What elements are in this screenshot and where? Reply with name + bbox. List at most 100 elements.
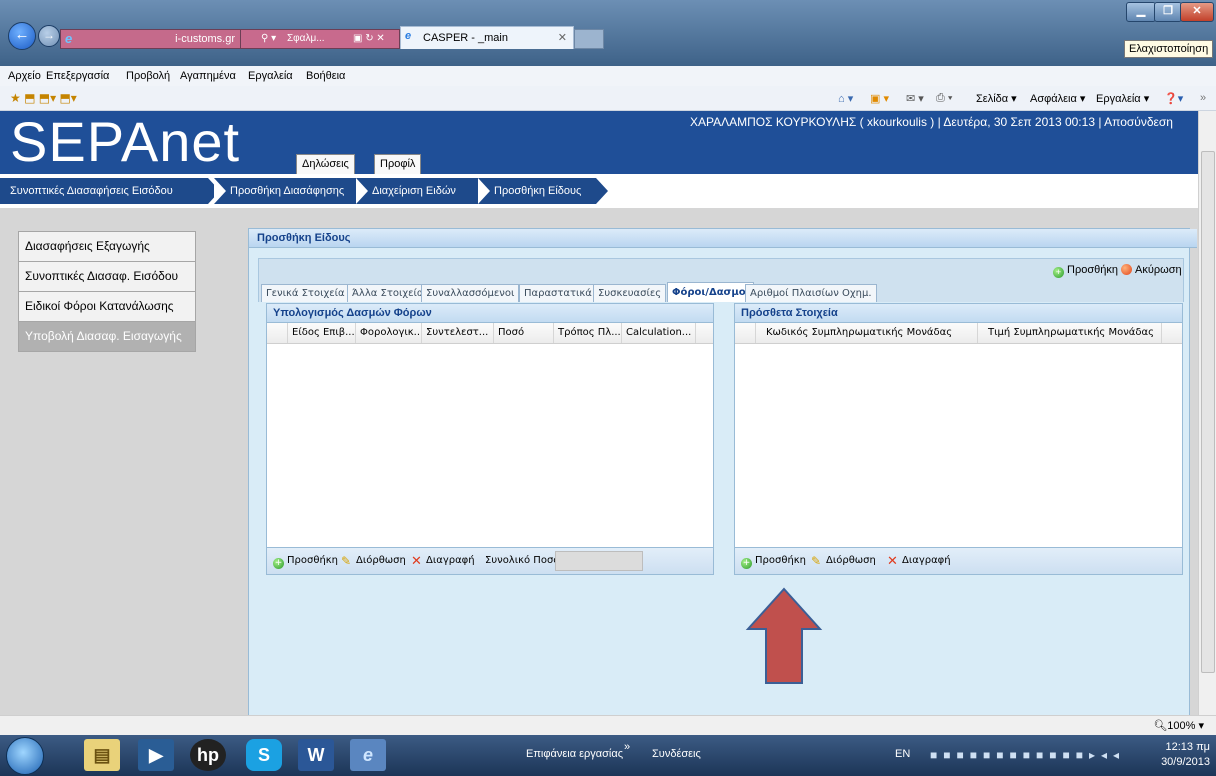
user-info[interactable]: ΧΑΡΑΛΑΜΠΟΣ ΚΟΥΡΚΟΥΛΗΣ ( xkourkoulis ) | … [690,115,1173,129]
duties-grid-header: Είδος Επιβ... Φορολογικ... Συντελεστ... … [267,323,713,344]
sepanet-logo: SEPAnet [10,111,241,173]
duties-delete-button[interactable]: ✕ Διαγραφή [411,555,475,568]
back-arrow-icon: ← [14,26,30,43]
clock-date: 30/9/2013 [1161,756,1210,768]
sidebar-item-export-declarations[interactable]: Διασαφήσεις Εξαγωγής [18,231,196,261]
menu-edit[interactable]: Επεξεργασία [46,70,109,82]
add-icon: + [1053,267,1064,278]
breadcrumb-add-declaration[interactable]: Προσθήκη Διασάφησης [214,178,372,204]
col-calculation[interactable]: Calculation... [621,323,695,343]
tab-strip: Γενικά Στοιχεία Άλλα Στοιχεία Συναλλασσό… [258,282,1184,302]
pencil-icon: ✎ [341,554,352,568]
feeds-icon[interactable]: ▣ ▾ [870,92,889,105]
home-icon[interactable]: ⌂ ▾ [838,92,853,105]
internet-explorer-icon[interactable]: e [350,739,386,771]
menu-tools[interactable]: Εργαλεία [248,70,293,82]
connections-toolbar-label[interactable]: Συνδέσεις [652,748,701,760]
col-charge-type[interactable]: Είδος Επιβ... [287,323,355,343]
language-indicator[interactable]: EN [895,748,910,760]
tab-documents[interactable]: Παραστατικά [519,284,597,302]
overflow-chevron-icon[interactable]: » [1200,92,1206,104]
tab-general[interactable]: Γενικά Στοιχεία [261,284,350,302]
print-icon[interactable]: ⎙ ▾ [936,92,952,105]
profile-button[interactable]: Προφίλ [374,154,422,175]
sidebar-item-summary-entry[interactable]: Συνοπτικές Διασαφ. Εισόδου [18,261,196,291]
zoom-level[interactable]: 🔍︎100% ▾ [1153,719,1204,732]
explorer-icon[interactable]: ▤ [84,739,120,771]
panel-add-button[interactable]: + Προσθήκη [1053,264,1118,278]
hp-icon[interactable]: hp [190,739,226,771]
duties-grid-toolbar: + Προσθήκη ✎ Διόρθωση ✕ Διαγραφή Συνολικό Π… [267,547,713,574]
tab-packages[interactable]: Συσκευασίες [593,284,667,302]
breadcrumb-summary-entry[interactable]: Συνοπτικές Διασαφήσεις Εισόδου [0,178,220,204]
menu-view[interactable]: Προβολή [126,70,170,82]
pencil-icon: ✎ [811,554,822,568]
safety-menu[interactable]: Ασφάλεια ▾ [1030,92,1085,105]
forward-button[interactable]: → [38,25,60,47]
scrollbar-thumb[interactable] [1201,151,1215,673]
col-tax-base[interactable]: Φορολογικ... [355,323,421,343]
search-icon[interactable]: ⚲ ▾ [261,33,276,44]
duties-add-button[interactable]: + Προσθήκη [273,555,338,569]
col-spacer [695,323,713,343]
menu-file[interactable]: Αρχείο [8,70,41,82]
sidebar-item-import-declaration[interactable]: Υποβολή Διασαφ. Εισαγωγής [18,321,196,352]
tab-other[interactable]: Άλλα Στοιχεία [347,284,429,302]
site-header: SEPAnet Δηλώσεις Προφίλ ΧΑΡΑΛΑΜΠΟΣ ΚΟΥΡΚ… [0,111,1198,175]
error-tab-label[interactable]: Σφαλμ... [287,33,325,44]
favorites-star-icon[interactable]: ★ ⬒ ⬒▾ ⬒▾ [10,91,77,105]
tab-casper-main[interactable]: e CASPER - _main ✕ [400,26,574,49]
panel-cancel-button[interactable]: Ακύρωση [1121,264,1182,276]
add-icon: + [273,558,284,569]
minimize-button[interactable]: ▁ [1126,2,1156,22]
zoom-icon: 🔍︎ [1153,720,1168,732]
toolbar-chevron-icon[interactable]: » [624,741,630,753]
close-icon: ✕ [1192,5,1202,17]
clock[interactable]: 12:13 πμ 30/9/2013 [1161,740,1210,770]
col-rate[interactable]: Συντελεστ... [421,323,493,343]
tab-close-icon[interactable]: ✕ [558,31,567,44]
skype-icon[interactable]: S [246,739,282,771]
duties-edit-button[interactable]: ✎ Διόρθωση [341,555,406,567]
back-button[interactable]: ← [8,22,36,50]
search-controls[interactable]: ⚲ ▾ Σφαλμ... ▣ ↻ ✕ [240,29,400,49]
extra-add-button[interactable]: + Προσθήκη [741,555,806,569]
word-icon[interactable]: W [298,739,334,771]
mail-icon[interactable]: ✉ ▾ [906,92,924,105]
system-tray-icons[interactable]: ■■■■■■■■■■■■▸◂◂ [930,748,1125,762]
tab-vehicle-frames[interactable]: Αριθμοί Πλαισίων Οχημ. [745,284,877,302]
restore-icon: ❐ [1163,5,1173,17]
maximize-button[interactable]: ❐ [1154,2,1182,22]
declarations-button[interactable]: Δηλώσεις [296,154,355,175]
panel-title: Προσθήκη Είδους [249,229,1197,248]
col-amount[interactable]: Ποσό [493,323,553,343]
close-window-button[interactable]: ✕ [1180,2,1214,22]
vertical-scrollbar[interactable] [1198,111,1216,715]
sidebar-item-excise-taxes[interactable]: Ειδικοί Φόροι Κατανάλωσης [18,291,196,321]
tab-parties[interactable]: Συναλλασσόμενοι [421,284,520,302]
tab-taxes-duties[interactable]: Φόροι/Δασμοί [667,282,755,302]
new-tab-button[interactable] [574,29,604,49]
breadcrumb-manage-items[interactable]: Διαχείριση Ειδών [356,178,496,204]
taskbar: ▤ ▶ hp S W e Επιφάνεια εργασίας » Συνδέσ… [0,735,1216,776]
menu-favorites[interactable]: Αγαπημένα [180,70,236,82]
col-payment-method[interactable]: Τρόπος Πλ... [553,323,621,343]
extra-delete-button[interactable]: ✕ Διαγραφή [887,555,951,568]
page-menu[interactable]: Σελίδα ▾ [976,92,1017,105]
breadcrumb-add-item[interactable]: Προσθήκη Είδους [478,178,608,204]
tools-menu[interactable]: Εργαλεία ▾ [1096,92,1149,105]
desktop-toolbar-label[interactable]: Επιφάνεια εργασίας [526,748,623,760]
media-player-icon[interactable]: ▶ [138,739,174,771]
refresh-stop-icons[interactable]: ▣ ↻ ✕ [353,33,385,44]
extra-data-grid: Πρόσθετα Στοιχεία Κωδικός Συμπληρωματική… [734,303,1183,575]
address-text: i-customs.gr [175,33,235,45]
menu-help[interactable]: Βοήθεια [306,70,345,82]
ie-tab-icon: e [405,30,412,42]
help-icon[interactable]: ❓▾ [1164,92,1183,105]
col-supplementary-unit-value[interactable]: Τιμή Συμπληρωματικής Μονάδας [977,323,1161,343]
panel-toolbar: + Προσθήκη Ακύρωση [258,258,1184,284]
address-bar[interactable]: e i-customs.gr [60,29,242,49]
extra-edit-button[interactable]: ✎ Διόρθωση [811,555,876,567]
col-supplementary-unit-code[interactable]: Κωδικός Συμπληρωματικής Μονάδας [755,323,977,343]
start-button[interactable] [6,737,44,775]
